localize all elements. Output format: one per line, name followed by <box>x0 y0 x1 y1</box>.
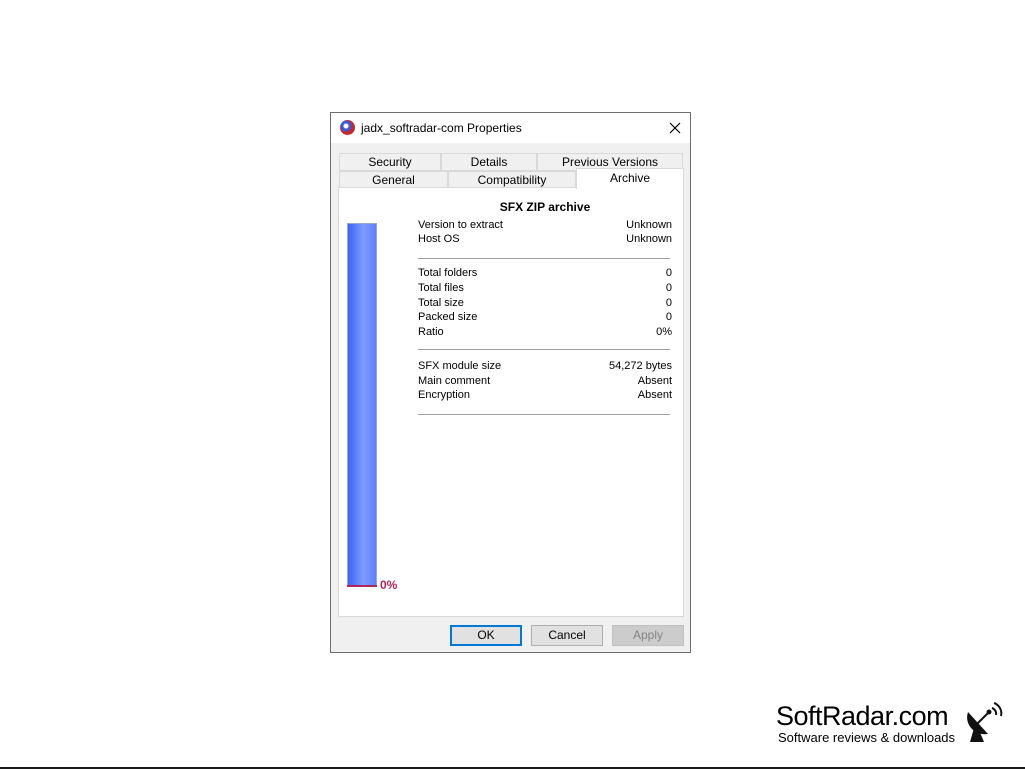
tab-details[interactable]: Details <box>441 153 537 171</box>
info-row-version: Version to extract Unknown <box>418 219 672 234</box>
info-value: 0 <box>665 297 672 309</box>
info-label: SFX module size <box>418 360 502 372</box>
info-row-sfx-module-size: SFX module size 54,272 bytes <box>418 360 672 375</box>
ratio-bar <box>347 223 377 586</box>
cancel-button[interactable]: Cancel <box>531 625 603 646</box>
info-label: Main comment <box>418 375 491 387</box>
info-row-encryption: Encryption Absent <box>418 389 672 404</box>
info-value: 0 <box>665 267 672 279</box>
close-icon <box>669 122 681 134</box>
ratio-bar-label: 0% <box>380 578 398 592</box>
tab-security[interactable]: Security <box>339 153 441 171</box>
info-value: 0 <box>665 311 672 323</box>
separator <box>418 414 670 415</box>
info-label: Total folders <box>418 267 478 279</box>
info-label: Total files <box>418 282 464 294</box>
title-bar[interactable]: jadx_softradar-com Properties <box>331 113 690 143</box>
archive-type-title: SFX ZIP archive <box>499 200 591 214</box>
info-row-total-folders: Total folders 0 <box>418 267 672 282</box>
watermark-brand: SoftRadar.com <box>776 701 949 731</box>
ok-button[interactable]: OK <box>450 625 522 646</box>
ratio-bar-fill <box>347 585 377 587</box>
info-row-total-size: Total size 0 <box>418 297 672 312</box>
properties-dialog: jadx_softradar-com Properties Security D… <box>330 112 691 653</box>
info-label: Host OS <box>418 233 460 245</box>
info-label: Packed size <box>418 311 478 323</box>
tab-archive[interactable]: Archive <box>576 168 684 189</box>
info-row-packed-size: Packed size 0 <box>418 311 672 326</box>
info-label: Version to extract <box>418 219 503 231</box>
info-value: Absent <box>637 389 672 401</box>
separator <box>418 349 670 350</box>
window-title: jadx_softradar-com Properties <box>361 121 522 135</box>
close-button[interactable] <box>660 113 690 143</box>
info-label: Encryption <box>418 389 470 401</box>
watermark-tagline: Software reviews & downloads <box>778 730 956 745</box>
info-value: 54,272 bytes <box>609 360 672 372</box>
info-row-host-os: Host OS Unknown <box>418 233 672 248</box>
info-row-total-files: Total files 0 <box>418 282 672 297</box>
info-label: Total size <box>418 297 464 309</box>
info-value: 0 <box>665 282 672 294</box>
info-value: Unknown <box>626 219 672 231</box>
info-value: 0% <box>656 326 672 338</box>
info-value: Unknown <box>626 233 672 245</box>
archive-tab-panel: 0% SFX ZIP archive Version to extract Un… <box>338 187 684 617</box>
apply-button[interactable]: Apply <box>612 625 684 646</box>
satellite-dish-icon <box>967 702 1003 742</box>
archive-app-icon <box>340 120 355 135</box>
info-row-main-comment: Main comment Absent <box>418 375 672 390</box>
info-value: Absent <box>637 375 672 387</box>
info-row-ratio: Ratio 0% <box>418 326 672 341</box>
info-label: Ratio <box>418 326 444 338</box>
separator <box>418 258 670 259</box>
